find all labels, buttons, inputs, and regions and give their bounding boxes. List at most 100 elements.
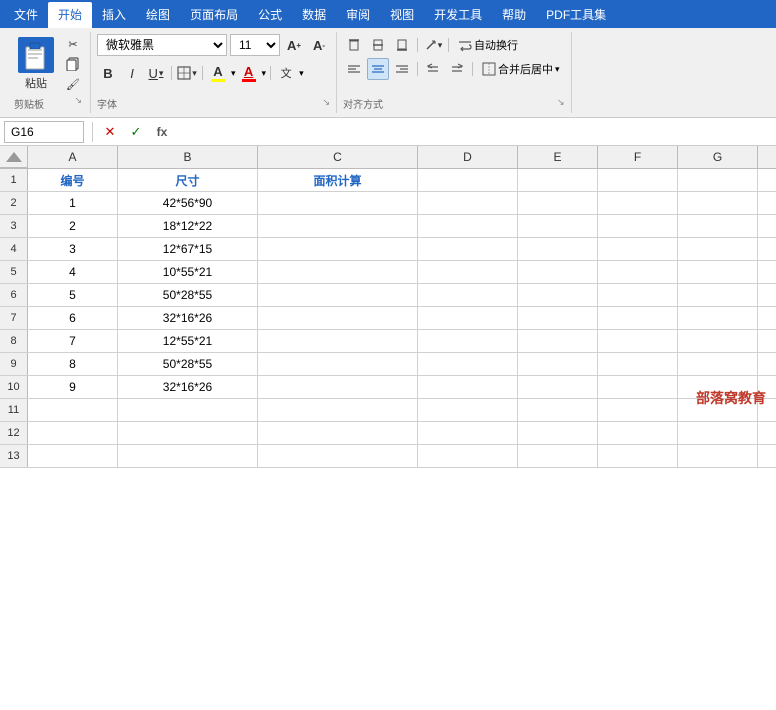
cell-F10[interactable] — [598, 376, 678, 398]
text-angle-button[interactable]: ▾ — [422, 34, 444, 56]
font-color-dropdown[interactable]: ▾ — [262, 68, 267, 79]
row-number-13[interactable]: 13 — [0, 445, 28, 467]
cell-B4[interactable]: 12*67*15 — [118, 238, 258, 260]
menu-item-文件[interactable]: 文件 — [4, 2, 48, 27]
cell-C5[interactable] — [258, 261, 418, 283]
cell-C3[interactable] — [258, 215, 418, 237]
cell-D7[interactable] — [418, 307, 518, 329]
cell-G12[interactable] — [678, 422, 758, 444]
menu-item-插入[interactable]: 插入 — [92, 2, 136, 27]
menu-item-审阅[interactable]: 审阅 — [336, 2, 380, 27]
col-header-c[interactable]: C — [258, 146, 418, 168]
font-expand-icon[interactable]: ↘ — [322, 97, 330, 108]
cell-C9[interactable] — [258, 353, 418, 375]
menu-item-绘图[interactable]: 绘图 — [136, 2, 180, 27]
col-header-g[interactable]: G — [678, 146, 758, 168]
menu-item-视图[interactable]: 视图 — [380, 2, 424, 27]
cell-E9[interactable] — [518, 353, 598, 375]
cell-F2[interactable] — [598, 192, 678, 214]
cell-C11[interactable] — [258, 399, 418, 421]
cell-C12[interactable] — [258, 422, 418, 444]
cell-G1[interactable] — [678, 169, 758, 191]
row-number-1[interactable]: 1 — [0, 169, 28, 191]
fill-color-dropdown[interactable]: ▾ — [231, 68, 236, 79]
align-bottom-button[interactable] — [391, 34, 413, 56]
row-number-9[interactable]: 9 — [0, 353, 28, 375]
row-number-6[interactable]: 6 — [0, 284, 28, 306]
cell-D2[interactable] — [418, 192, 518, 214]
cell-D4[interactable] — [418, 238, 518, 260]
cell-F12[interactable] — [598, 422, 678, 444]
cell-F13[interactable] — [598, 445, 678, 467]
cell-B11[interactable] — [118, 399, 258, 421]
menu-item-帮助[interactable]: 帮助 — [492, 2, 536, 27]
cell-C13[interactable] — [258, 445, 418, 467]
cell-A1[interactable]: 编号 — [28, 169, 118, 191]
increase-font-size-button[interactable]: A+ — [283, 34, 305, 56]
cell-D9[interactable] — [418, 353, 518, 375]
cell-G6[interactable] — [678, 284, 758, 306]
cell-D11[interactable] — [418, 399, 518, 421]
cell-D5[interactable] — [418, 261, 518, 283]
cell-A10[interactable]: 9 — [28, 376, 118, 398]
font-size-select[interactable]: 11 10 12 14 — [230, 34, 280, 56]
row-number-12[interactable]: 12 — [0, 422, 28, 444]
row-number-4[interactable]: 4 — [0, 238, 28, 260]
decrease-indent-button[interactable] — [422, 58, 444, 80]
cell-C7[interactable] — [258, 307, 418, 329]
col-header-e[interactable]: E — [518, 146, 598, 168]
cell-D10[interactable] — [418, 376, 518, 398]
menu-item-开始[interactable]: 开始 — [48, 2, 92, 28]
cell-C2[interactable] — [258, 192, 418, 214]
menu-item-公式[interactable]: 公式 — [248, 2, 292, 27]
cell-F1[interactable] — [598, 169, 678, 191]
underline-button[interactable]: U▾ — [145, 62, 167, 84]
cell-F7[interactable] — [598, 307, 678, 329]
cell-A13[interactable] — [28, 445, 118, 467]
cell-E1[interactable] — [518, 169, 598, 191]
col-header-b[interactable]: B — [118, 146, 258, 168]
cell-A11[interactable] — [28, 399, 118, 421]
cut-button[interactable]: ✂ — [62, 35, 84, 53]
cell-F9[interactable] — [598, 353, 678, 375]
merge-center-button[interactable]: 合并后居中 ▾ — [477, 59, 565, 79]
cell-G5[interactable] — [678, 261, 758, 283]
format-painter-button[interactable]: 🖌 — [62, 75, 84, 93]
cell-B2[interactable]: 42*56*90 — [118, 192, 258, 214]
cell-G4[interactable] — [678, 238, 758, 260]
cell-F5[interactable] — [598, 261, 678, 283]
cell-B3[interactable]: 18*12*22 — [118, 215, 258, 237]
cell-G2[interactable] — [678, 192, 758, 214]
row-number-7[interactable]: 7 — [0, 307, 28, 329]
phonetic-dropdown[interactable]: ▾ — [299, 68, 304, 79]
cell-C8[interactable] — [258, 330, 418, 352]
row-number-10[interactable]: 10 — [0, 376, 28, 398]
cell-D1[interactable] — [418, 169, 518, 191]
cell-G7[interactable] — [678, 307, 758, 329]
italic-button[interactable]: I — [121, 62, 143, 84]
cell-F8[interactable] — [598, 330, 678, 352]
align-left-button[interactable] — [343, 58, 365, 80]
cell-E8[interactable] — [518, 330, 598, 352]
cell-E7[interactable] — [518, 307, 598, 329]
cell-F6[interactable] — [598, 284, 678, 306]
cell-A5[interactable]: 4 — [28, 261, 118, 283]
paste-button[interactable]: 粘贴 — [14, 35, 58, 93]
cell-F3[interactable] — [598, 215, 678, 237]
merge-center-dropdown[interactable]: ▾ — [555, 64, 560, 75]
copy-button[interactable] — [62, 55, 84, 73]
cell-A2[interactable]: 1 — [28, 192, 118, 214]
cell-E2[interactable] — [518, 192, 598, 214]
menu-item-开发工具[interactable]: 开发工具 — [424, 2, 492, 27]
cell-C1[interactable]: 面积计算 — [258, 169, 418, 191]
cell-B6[interactable]: 50*28*55 — [118, 284, 258, 306]
cell-F4[interactable] — [598, 238, 678, 260]
col-header-f[interactable]: F — [598, 146, 678, 168]
select-all-button[interactable] — [0, 146, 28, 168]
alignment-expand-icon[interactable]: ↘ — [557, 97, 565, 108]
cell-C4[interactable] — [258, 238, 418, 260]
cell-A3[interactable]: 2 — [28, 215, 118, 237]
cell-A7[interactable]: 6 — [28, 307, 118, 329]
cell-A12[interactable] — [28, 422, 118, 444]
font-name-select[interactable]: 微软雅黑 宋体 Arial — [97, 34, 227, 56]
